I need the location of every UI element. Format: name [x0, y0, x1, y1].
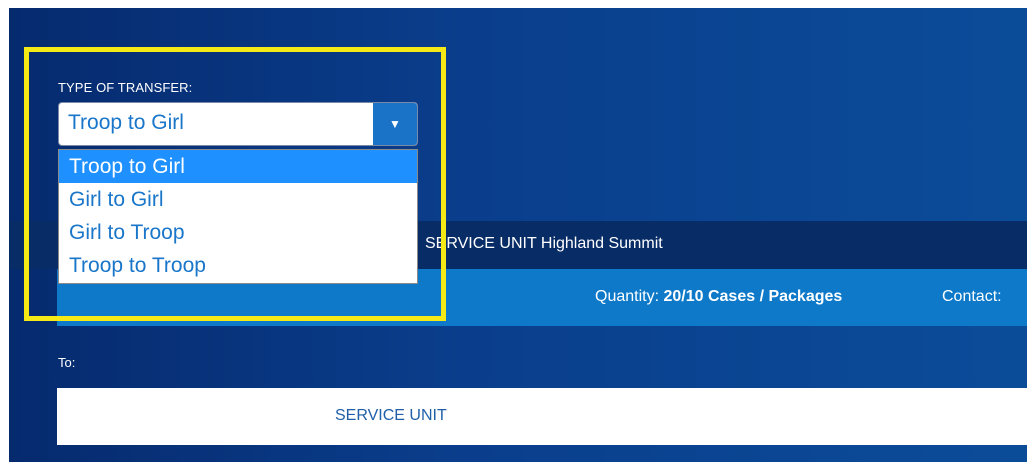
transfer-type-dropdown-list: Troop to Girl Girl to Girl Girl to Troop… [58, 149, 418, 284]
to-service-unit-row[interactable]: SERVICE UNIT [57, 388, 1027, 445]
contact-label: Contact: [942, 288, 1002, 305]
quantity-label: Quantity: [595, 288, 660, 305]
triangle-down-icon[interactable]: ▼ [373, 103, 417, 145]
transfer-type-selected-value: Troop to Girl [68, 111, 184, 134]
to-label: To: [58, 355, 76, 370]
quantity-info: Quantity: 20/10 Cases / Packages [595, 288, 842, 306]
dropdown-option-girl-to-girl[interactable]: Girl to Girl [59, 183, 417, 216]
transfer-type-label: TYPE OF TRANSFER: [58, 80, 193, 95]
dropdown-option-girl-to-troop[interactable]: Girl to Troop [59, 216, 417, 249]
dropdown-option-troop-to-girl[interactable]: Troop to Girl [59, 150, 417, 183]
transfer-type-select[interactable]: Troop to Girl ▼ [58, 102, 418, 146]
from-service-unit-text: SERVICE UNIT Highland Summit [425, 235, 663, 252]
to-service-unit-text: SERVICE UNIT [335, 407, 447, 424]
dropdown-option-troop-to-troop[interactable]: Troop to Troop [59, 249, 417, 282]
transfer-form-panel: TYPE OF TRANSFER: Troop to Girl ▼ Troop … [9, 8, 1027, 462]
quantity-value: 20/10 Cases / Packages [663, 288, 843, 305]
